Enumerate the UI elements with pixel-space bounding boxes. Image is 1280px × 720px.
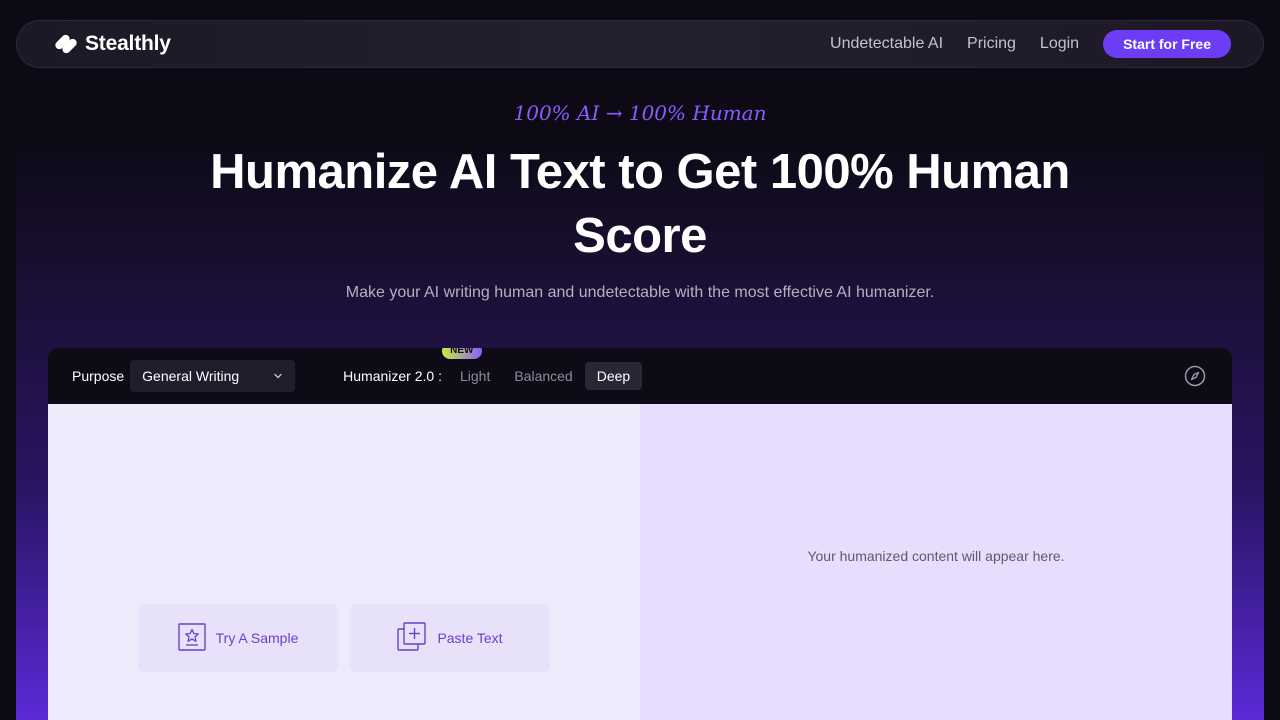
compass-icon[interactable]: [1184, 365, 1206, 387]
sample-icon: [177, 622, 206, 654]
nav-link-login[interactable]: Login: [1040, 35, 1079, 53]
hero-tagline: 100% AI → 100% Human: [513, 101, 767, 125]
new-badge: NEW: [442, 348, 482, 359]
try-sample-label: Try A Sample: [215, 630, 299, 646]
paste-icon: [397, 621, 427, 655]
humanizer-panel: Purpose General Writing NEW Humanizer 2.…: [48, 348, 1232, 720]
brand-name: Stealthly: [85, 32, 171, 55]
top-navigation: Stealthly Undetectable AI Pricing Login …: [16, 20, 1264, 68]
output-placeholder: Your humanized content will appear here.: [807, 548, 1065, 564]
mode-balanced[interactable]: Balanced: [502, 362, 584, 390]
start-for-free-button[interactable]: Start for Free: [1103, 30, 1231, 58]
page-title: Humanize AI Text to Get 100% Human Score: [210, 145, 1070, 263]
humanizer-toolbar: Purpose General Writing NEW Humanizer 2.…: [48, 348, 1232, 404]
hero-subtitle: Make your AI writing human and undetecta…: [345, 284, 935, 301]
brand-logo[interactable]: Stealthly: [53, 31, 171, 57]
try-sample-button[interactable]: Try A Sample: [138, 604, 338, 672]
paste-text-label: Paste Text: [437, 630, 503, 646]
purpose-label: Purpose: [72, 368, 125, 384]
input-pane[interactable]: Try A Sample Paste Text: [48, 404, 640, 720]
purpose-select-value: General Writing: [142, 368, 240, 384]
chevron-down-icon: [273, 368, 283, 384]
humanizer-label: Humanizer 2.0 :: [343, 368, 442, 384]
mode-light[interactable]: Light: [448, 362, 502, 390]
input-actions: Try A Sample Paste Text: [138, 604, 550, 672]
nav-link-pricing[interactable]: Pricing: [967, 35, 1016, 53]
stealthly-logo-icon: [53, 31, 79, 57]
paste-text-button[interactable]: Paste Text: [350, 604, 550, 672]
purpose-select[interactable]: General Writing: [130, 360, 296, 392]
output-pane: Your humanized content will appear here.: [640, 404, 1232, 720]
nav-link-undetectable-ai[interactable]: Undetectable AI: [830, 35, 943, 53]
editor-area: Try A Sample Paste Text Your humanized c…: [48, 404, 1232, 720]
mode-deep[interactable]: Deep: [584, 362, 643, 390]
humanizer-mode-group: NEW Humanizer 2.0 : Light Balanced Deep: [343, 348, 643, 390]
hero-section: 100% AI → 100% Human Humanize AI Text to…: [0, 98, 1280, 302]
nav-links: Undetectable AI Pricing Login Start for …: [830, 30, 1231, 58]
